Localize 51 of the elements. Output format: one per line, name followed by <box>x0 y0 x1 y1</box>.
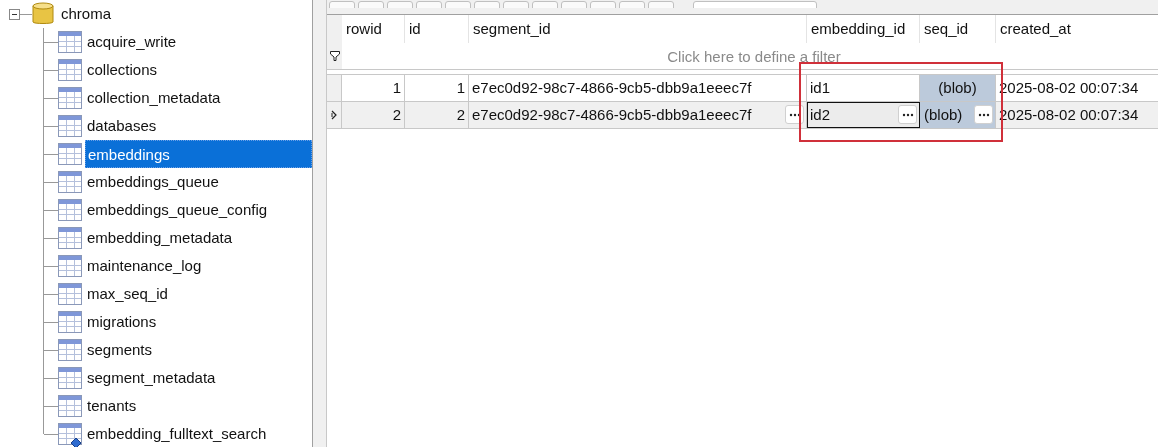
column-header[interactable]: id <box>405 15 469 43</box>
filter-icon <box>329 51 340 61</box>
table-icon <box>58 143 82 165</box>
tree-item[interactable]: migrations <box>85 308 157 336</box>
tree-item[interactable]: maintenance_log <box>85 252 202 280</box>
ellipsis-icon[interactable] <box>974 105 993 124</box>
filter-hint[interactable]: Click here to define a filter <box>667 43 841 69</box>
ellipsis-icon[interactable] <box>898 105 917 124</box>
collapse-icon[interactable] <box>9 8 20 20</box>
table-cell: (blob) <box>920 102 996 128</box>
table-icon <box>58 59 82 81</box>
table-icon <box>58 199 82 221</box>
tree-item[interactable]: embeddings_queue_config <box>85 196 268 224</box>
tree-item[interactable]: chroma <box>59 2 114 26</box>
table-icon <box>58 31 82 53</box>
table-icon <box>58 367 82 389</box>
table-icon <box>58 227 82 249</box>
tree-item[interactable]: embeddings_queue <box>85 168 219 196</box>
table-cell: e7ec0d92-98c7-4866-9cb5-dbb9a1eeec7f <box>469 102 807 128</box>
table-icon <box>58 171 82 193</box>
table-cell: (blob) <box>920 75 996 101</box>
database-icon <box>32 2 54 26</box>
table-icon <box>58 339 82 361</box>
tree-item[interactable]: databases <box>85 112 157 140</box>
table-icon <box>58 87 82 109</box>
column-header[interactable]: seq_id <box>920 15 996 43</box>
table-cell: 1 <box>405 75 469 101</box>
table-cell: 2 <box>342 102 405 128</box>
table-cell: 2 <box>405 102 469 128</box>
tree-item[interactable]: embeddings <box>85 140 312 168</box>
table-icon <box>58 311 82 333</box>
table-cell: e7ec0d92-98c7-4866-9cb5-dbb9a1eeec7f <box>469 75 807 101</box>
tree-item[interactable]: embedding_metadata <box>85 224 233 252</box>
tree-item[interactable]: collections <box>85 56 158 84</box>
tree-item[interactable]: segment_metadata <box>85 364 216 392</box>
tree-item[interactable]: segments <box>85 336 153 364</box>
column-header[interactable]: created_at <box>996 15 1158 43</box>
column-header[interactable]: segment_id <box>469 15 807 43</box>
tree-item[interactable]: max_seq_id <box>85 280 168 308</box>
table-icon <box>58 115 82 137</box>
table-cell: id2 <box>807 102 920 128</box>
table-icon <box>58 255 82 277</box>
tree-item[interactable]: collection_metadata <box>85 84 221 112</box>
tree-item[interactable]: embedding_fulltext_search <box>85 420 267 447</box>
tree-item[interactable]: acquire_write <box>85 28 177 56</box>
table-cell: 1 <box>342 75 405 101</box>
column-header[interactable]: embedding_id <box>807 15 920 43</box>
tree-item[interactable]: tenants <box>85 392 137 420</box>
column-header[interactable]: rowid <box>342 15 405 43</box>
table-icon <box>58 283 82 305</box>
table-icon <box>58 395 82 417</box>
